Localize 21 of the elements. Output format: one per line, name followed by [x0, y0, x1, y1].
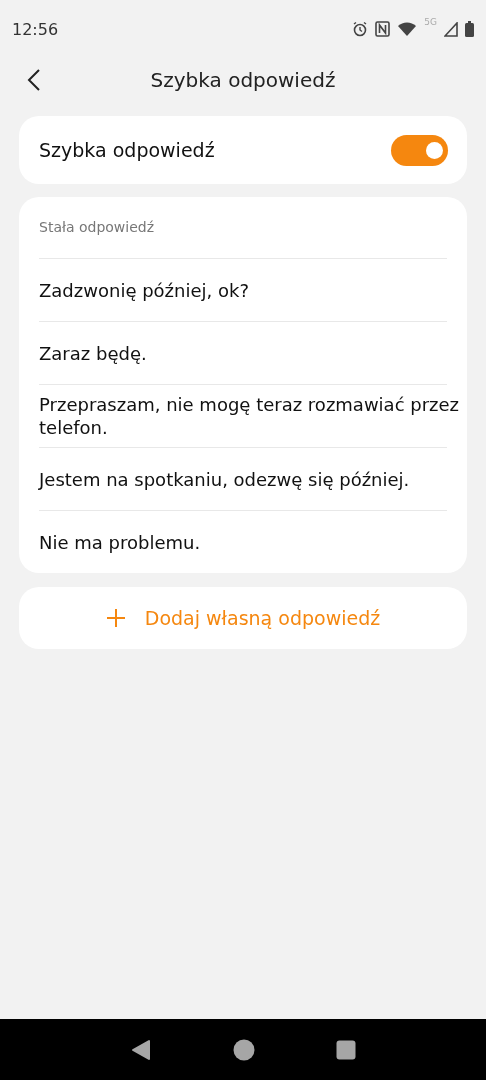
section-heading: Stała odpowiedź — [39, 218, 156, 237]
reply-item[interactable]: Jestem na spotkaniu, odezwę się później. — [39, 463, 410, 495]
wifi-icon — [397, 21, 418, 37]
signal-icon — [444, 21, 458, 37]
toggle-switch[interactable] — [391, 134, 448, 166]
recents-icon[interactable] — [335, 1039, 356, 1060]
setting-label: Szybka odpowiedź — [39, 139, 215, 161]
back-icon[interactable] — [27, 68, 41, 92]
reply-item[interactable]: Zaraz będę. — [39, 337, 147, 369]
reply-item[interactable]: Nie ma problemu. — [39, 526, 201, 558]
reply-item[interactable]: Zadzwonię później, ok? — [39, 274, 249, 306]
network-label: 5G — [424, 17, 437, 27]
nfc-icon — [375, 21, 391, 37]
back-icon[interactable] — [130, 1038, 153, 1061]
clock-time: 12:56 — [12, 19, 59, 39]
battery-icon — [465, 21, 474, 37]
plus-icon — [105, 608, 126, 628]
page-title: Szybka odpowiedź — [150, 68, 336, 92]
reply-item[interactable]: Przepraszam, nie mogę teraz rozmawiać przez telefon. — [39, 389, 467, 443]
alarm-icon — [352, 21, 369, 37]
home-icon[interactable] — [233, 1038, 255, 1061]
